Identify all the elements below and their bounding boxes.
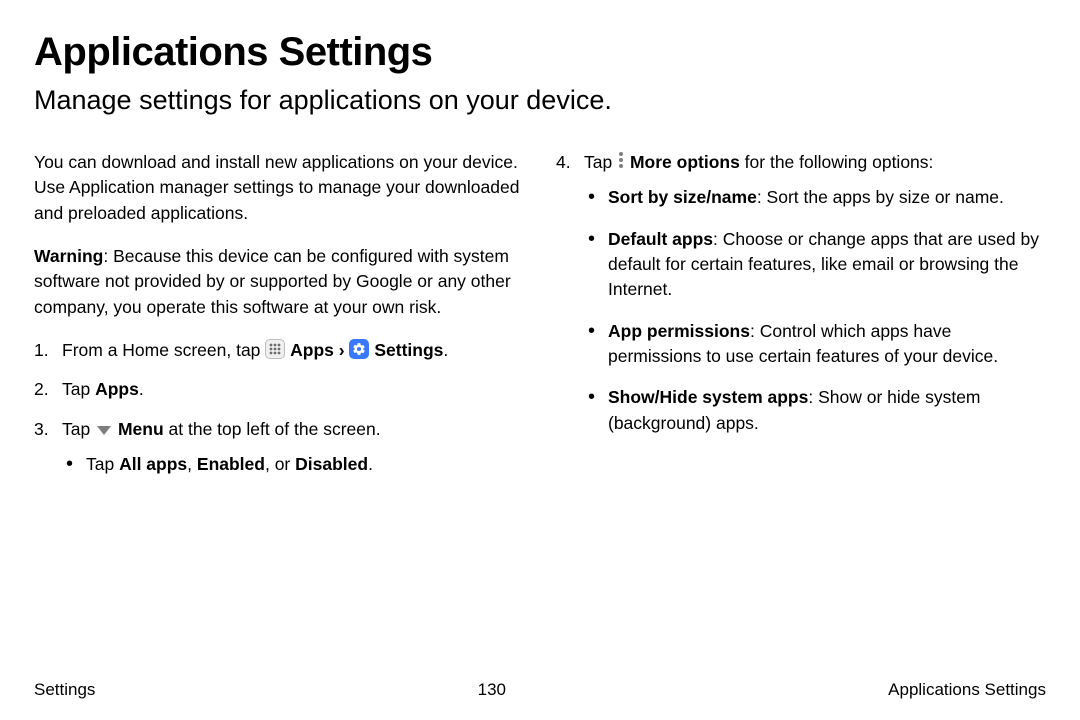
step4-suffix: for the following options:: [740, 152, 934, 172]
dropdown-caret-icon: [97, 426, 111, 435]
option-default-apps: Default apps: Choose or change apps that…: [586, 227, 1046, 303]
settings-gear-icon: [349, 339, 369, 359]
page-subtitle: Manage settings for applications on your…: [34, 84, 1046, 118]
footer-left: Settings: [34, 680, 95, 700]
steps-list-left: From a Home screen, tap Apps: [34, 338, 524, 478]
column-left: You can download and install new applica…: [34, 150, 524, 670]
s3b-m2: , or: [265, 454, 295, 474]
option-show-hide-system: Show/Hide system apps: Show or hide syst…: [586, 385, 1046, 436]
opt3-bold: App permissions: [608, 321, 750, 341]
option-app-permissions: App permissions: Control which apps have…: [586, 319, 1046, 370]
page-title: Applications Settings: [34, 30, 1046, 74]
step3-prefix: Tap: [62, 419, 95, 439]
content-columns: You can download and install new applica…: [34, 150, 1046, 670]
intro-paragraph: You can download and install new applica…: [34, 150, 524, 226]
s3b-b1: All apps: [119, 454, 187, 474]
step3-sub-item: Tap All apps, Enabled, or Disabled.: [64, 452, 524, 477]
chevron-right-icon: ›: [339, 340, 345, 360]
step2-bold: Apps: [95, 379, 139, 399]
page-footer: Settings 130 Applications Settings: [34, 670, 1046, 700]
warning-body: : Because this device can be configured …: [34, 246, 511, 317]
opt4-bold: Show/Hide system apps: [608, 387, 808, 407]
apps-label: Apps: [290, 340, 334, 360]
opt2-bold: Default apps: [608, 229, 713, 249]
period: .: [368, 454, 373, 474]
s3b-prefix: Tap: [86, 454, 119, 474]
period: .: [443, 340, 448, 360]
step4-bold: More options: [630, 152, 740, 172]
option-sort: Sort by size/name: Sort the apps by size…: [586, 185, 1046, 210]
step1-prefix: From a Home screen, tap: [62, 340, 265, 360]
footer-page-number: 130: [478, 680, 506, 700]
s3b-b3: Disabled: [295, 454, 368, 474]
apps-grid-icon: [265, 339, 285, 359]
column-right: Tap More options for the following optio…: [556, 150, 1046, 670]
step2-prefix: Tap: [62, 379, 95, 399]
step4-options: Sort by size/name: Sort the apps by size…: [586, 185, 1046, 436]
warning-label: Warning: [34, 246, 103, 266]
s3b-b2: Enabled: [197, 454, 265, 474]
warning-paragraph: Warning: Because this device can be conf…: [34, 244, 524, 320]
steps-list-right: Tap More options for the following optio…: [556, 150, 1046, 436]
period: .: [139, 379, 144, 399]
step-3: Tap Menu at the top left of the screen. …: [34, 417, 524, 478]
s3b-m1: ,: [187, 454, 197, 474]
opt1-body: : Sort the apps by size or name.: [757, 187, 1004, 207]
step3-bold: Menu: [118, 419, 164, 439]
step-4: Tap More options for the following optio…: [556, 150, 1046, 436]
more-options-icon: [619, 150, 623, 170]
document-page: Applications Settings Manage settings fo…: [0, 0, 1080, 720]
step3-sublist: Tap All apps, Enabled, or Disabled.: [64, 452, 524, 477]
footer-right: Applications Settings: [888, 680, 1046, 700]
step-1: From a Home screen, tap Apps: [34, 338, 524, 363]
step-2: Tap Apps.: [34, 377, 524, 402]
step3-suffix: at the top left of the screen.: [164, 419, 381, 439]
step4-prefix: Tap: [584, 152, 617, 172]
settings-label: Settings: [374, 340, 443, 360]
opt1-bold: Sort by size/name: [608, 187, 757, 207]
